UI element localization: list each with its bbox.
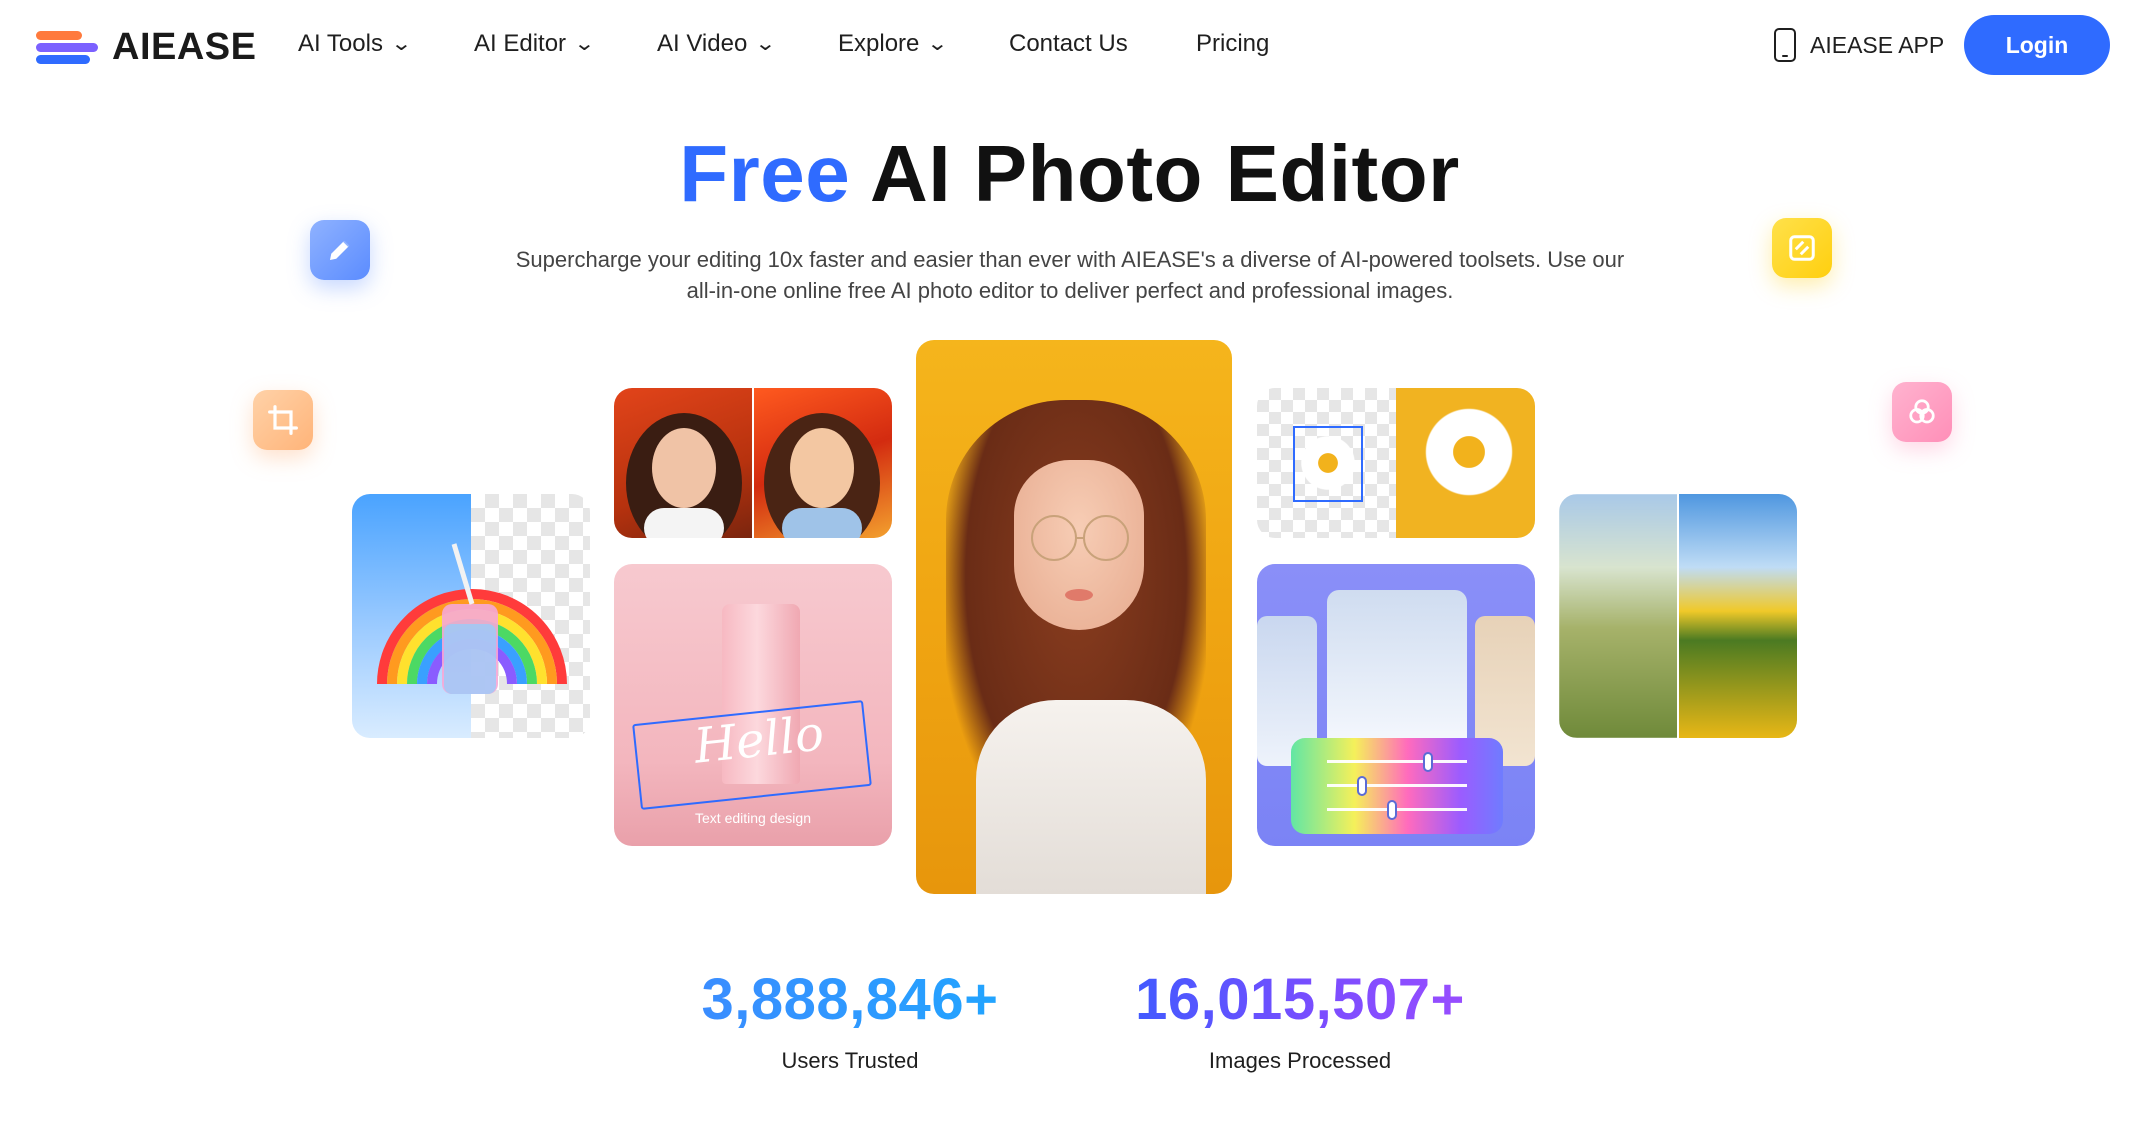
users-count: 3,888,846+: [690, 966, 1010, 1033]
brand-logo[interactable]: AIEASE: [36, 26, 256, 69]
nav-item-label: AI Video: [657, 30, 748, 57]
style-transfer-sample: [1559, 494, 1797, 738]
cutout-sample: [1257, 388, 1535, 538]
nav-item-pricing[interactable]: Pricing: [1196, 30, 1296, 58]
nav-item-ai-video[interactable]: AI Video ⌄: [657, 30, 838, 58]
nav-item-label: Explore: [838, 30, 920, 57]
selection-box: [1293, 426, 1363, 502]
background-removal-sample: [352, 494, 590, 738]
login-button[interactable]: Login: [1964, 15, 2110, 75]
brand-name: AIEASE: [112, 26, 257, 68]
nav-item-explore[interactable]: Explore ⌄: [838, 30, 1009, 58]
color-adjust-sample: [1257, 564, 1535, 846]
nav-item-label: Pricing: [1196, 30, 1270, 57]
chevron-down-icon: ⌄: [390, 33, 413, 55]
chevron-down-icon: ⌄: [926, 33, 949, 55]
pencil-icon: [310, 220, 370, 280]
frame-icon: [1772, 218, 1832, 278]
title-rest: AI Photo Editor: [870, 129, 1460, 218]
page-title: Free AI Photo Editor: [0, 128, 2139, 220]
nav-item-contact-us[interactable]: Contact Us: [1009, 30, 1196, 58]
subtitle-line-1: Supercharge your editing 10x faster and …: [515, 247, 1625, 272]
hero-subtitle: Supercharge your editing 10x faster and …: [460, 244, 1680, 306]
nav-item-ai-editor[interactable]: AI Editor ⌄: [474, 30, 657, 58]
logo-mark-icon: [36, 29, 98, 67]
users-label: Users Trusted: [781, 1048, 919, 1073]
nav-item-label: Contact Us: [1009, 30, 1128, 57]
ai-art-portrait-sample: [614, 388, 892, 538]
crop-icon: [253, 390, 313, 450]
app-link-label: AIEASE APP: [1810, 31, 1945, 58]
circles-icon: [1892, 382, 1952, 442]
images-label: Images Processed: [1208, 1048, 1392, 1073]
nav-item-label: AI Editor: [474, 30, 567, 57]
top-nav: AIEASE AI Tools ⌄ AI Editor ⌄ AI Video ⌄…: [0, 0, 2139, 92]
adjustment-sliders: [1291, 738, 1503, 834]
text-editing-sample: Hello Text editing design: [614, 564, 892, 846]
nav-links: AI Tools ⌄ AI Editor ⌄ AI Video ⌄ Explor…: [298, 30, 1296, 58]
nav-item-ai-tools[interactable]: AI Tools ⌄: [298, 30, 474, 58]
title-accent: Free: [679, 129, 851, 218]
nav-item-label: AI Tools: [298, 30, 383, 57]
phone-icon: [1774, 28, 1796, 62]
chevron-down-icon: ⌄: [754, 33, 777, 55]
subtitle-line-2: all-in-one online free AI photo editor t…: [686, 278, 1454, 303]
main-portrait-sample: [916, 340, 1232, 894]
chevron-down-icon: ⌄: [573, 33, 596, 55]
images-count: 16,015,507+: [1120, 966, 1480, 1033]
app-download-link[interactable]: AIEASE APP: [1774, 28, 1944, 62]
text-editing-caption: Text editing design: [695, 810, 811, 826]
